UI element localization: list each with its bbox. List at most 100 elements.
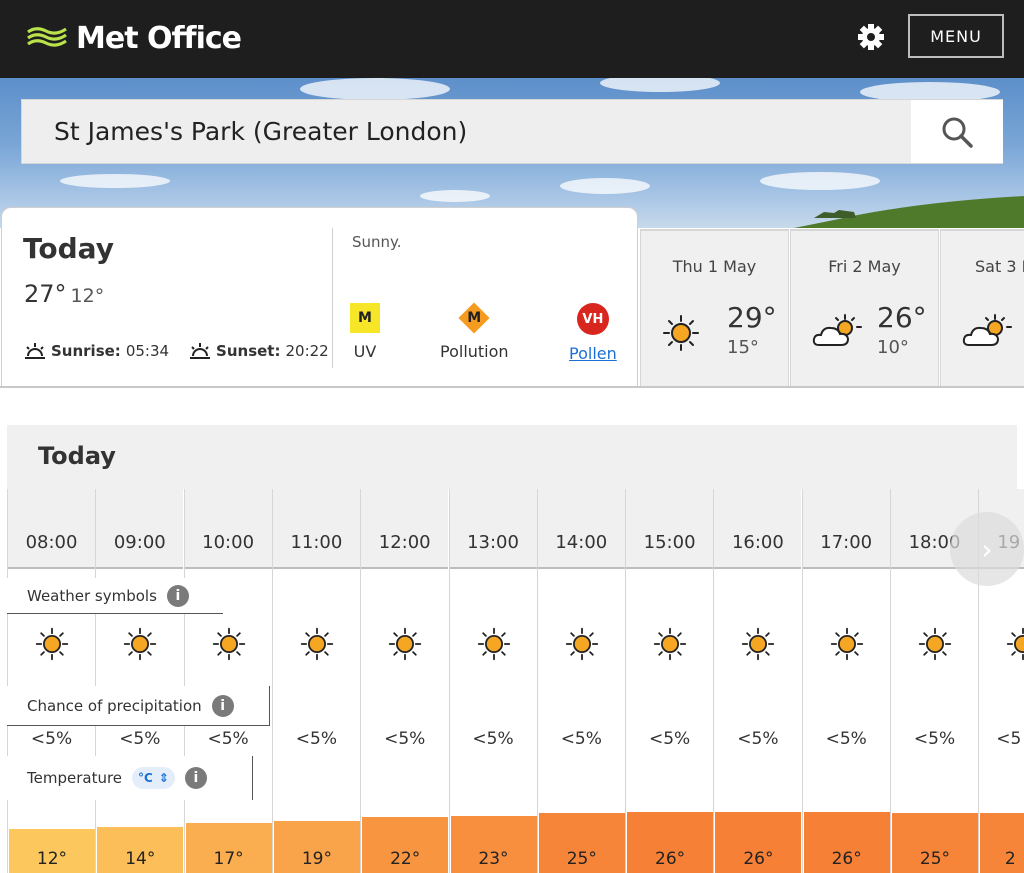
temperature-value: 26° [655, 849, 686, 869]
sun-icon [299, 626, 335, 666]
hourly-title: Today [38, 442, 116, 470]
hour-column: 15:00 <5% 26° [625, 489, 714, 873]
temperature-bar: 23° [450, 815, 537, 873]
temperature-value: 25° [566, 849, 597, 869]
hour-time: 16:00 [714, 489, 802, 569]
hour-time: 11:00 [272, 489, 360, 569]
sunset-icon [190, 343, 211, 359]
sun-cloud-icon [812, 314, 862, 346]
hour-column: 14:00 <5% 25° [536, 489, 625, 873]
pollen-link[interactable]: Pollen [569, 344, 617, 363]
pollen-indicator[interactable]: VH Pollen [569, 303, 617, 363]
sunset-time: 20:22 [285, 342, 329, 360]
pollen-badge: VH [576, 303, 609, 335]
hour-time: 17:00 [802, 489, 890, 569]
sun-icon [387, 626, 423, 666]
hour-column: 12:00 <5% 22° [360, 489, 449, 873]
pollution-badge-text: M [467, 310, 482, 326]
met-office-logo[interactable]: Met Office [26, 16, 242, 60]
hourly-forecast-header: Today [7, 425, 1017, 489]
sunrise: Sunrise: 05:34 [24, 342, 169, 360]
temperature-bar: 12° [9, 829, 95, 873]
hour-time: 09:00 [96, 489, 184, 569]
temperature-bar: 2 [980, 813, 1024, 873]
day-card-fri[interactable]: Fri 2 May 26° 10° [790, 229, 939, 387]
settings-gear-icon[interactable] [854, 20, 888, 54]
precipitation-value: <5% [737, 729, 779, 749]
top-bar: Met Office MENU [0, 0, 1024, 78]
precipitation-value: <5% [384, 729, 426, 749]
precipitation-value: <5% [560, 729, 602, 749]
precipitation-value: <5% [825, 729, 867, 749]
sun-icon [740, 626, 776, 666]
unit-value: °C [138, 771, 153, 785]
temperature-bar: 14° [97, 826, 184, 873]
summary-bottom-border [0, 386, 1024, 388]
sun-icon [652, 626, 688, 666]
hour-column: 08:00 <5% 12° [7, 489, 95, 873]
sun-icon [829, 626, 865, 666]
temperature-value: 23° [478, 849, 509, 869]
sun-icon [476, 626, 512, 666]
temperature-value: 17° [213, 849, 244, 869]
today-low: 12° [70, 285, 105, 307]
landscape-hill [794, 196, 1024, 228]
precipitation-label: Chance of precipitation i [7, 686, 270, 726]
sun-icon [564, 626, 600, 666]
hour-time: 08:00 [8, 489, 95, 569]
temperature-value: 2 [1004, 849, 1016, 869]
sun-icon [122, 626, 158, 666]
day-card-thu[interactable]: Thu 1 May 29° 15° [640, 229, 789, 387]
precipitation-value: <5% [295, 729, 337, 749]
pollution-label: Pollution [440, 342, 509, 361]
temperature-value: 26° [831, 849, 862, 869]
uv-badge: M [350, 303, 380, 333]
hour-column: 09:00 <5% 14° [95, 489, 184, 873]
hour-time: 10:00 [184, 489, 272, 569]
temperature-value: 14° [125, 849, 156, 869]
info-icon[interactable]: i [166, 584, 189, 607]
precipitation-value: <5% [472, 729, 514, 749]
today-temperatures: 27° 12° [24, 280, 104, 308]
precipitation-text: Chance of precipitation [27, 696, 202, 715]
temperature-value: 12° [36, 849, 68, 869]
temperature-unit-select[interactable]: °C ⇕ [132, 767, 175, 789]
hour-time: 13:00 [449, 489, 537, 569]
uv-indicator: M UV [350, 303, 380, 361]
temperature-bar: 25° [892, 813, 978, 873]
day-name: Fri 2 May [828, 257, 901, 276]
precipitation-value: <5% [913, 729, 956, 749]
location-search-input[interactable]: St James's Park (Greater London) [22, 100, 911, 163]
day-card-sat[interactable]: Sat 3 M [940, 229, 1024, 387]
scroll-right-button[interactable]: › [950, 512, 1024, 586]
today-condition: Sunny. [352, 233, 402, 251]
temperature-value: 19° [301, 849, 332, 869]
hour-column: 17:00 <5% 26° [801, 489, 890, 873]
met-office-logo-icon [27, 27, 67, 47]
hour-column: 16:00 <5% 26° [713, 489, 802, 873]
precipitation-value: <5% [207, 729, 249, 749]
info-icon[interactable]: i [211, 694, 234, 717]
sunset: Sunset: 20:22 [189, 342, 329, 360]
pollution-indicator: M Pollution [440, 303, 509, 361]
day-low: 10° [877, 337, 909, 358]
sun-icon [917, 626, 953, 666]
temperature-bar: 22° [362, 817, 449, 873]
sun-icon [1005, 626, 1024, 666]
weather-symbols-label: Weather symbols i [7, 578, 223, 614]
today-summary-card[interactable]: Today 27° 12° Sunrise: 05:34 Sunset: 20:… [1, 207, 638, 387]
day-name: Sat 3 M [975, 257, 1024, 276]
precipitation-value: <5% [30, 729, 73, 749]
menu-button[interactable]: MENU [908, 14, 1004, 58]
hour-time: 12:00 [361, 489, 449, 569]
info-icon[interactable]: i [184, 767, 207, 789]
temperature-bar: 26° [715, 812, 802, 873]
logo-text: Met Office [76, 20, 242, 56]
search-button[interactable] [911, 100, 1003, 163]
temperature-bar: 17° [185, 823, 272, 873]
temperature-text: Temperature [27, 769, 123, 787]
temperature-bar: 19° [273, 820, 360, 873]
hour-column: 10:00 <5% 17° [183, 489, 272, 873]
sun-icon [211, 626, 247, 666]
uv-label: UV [353, 342, 377, 361]
